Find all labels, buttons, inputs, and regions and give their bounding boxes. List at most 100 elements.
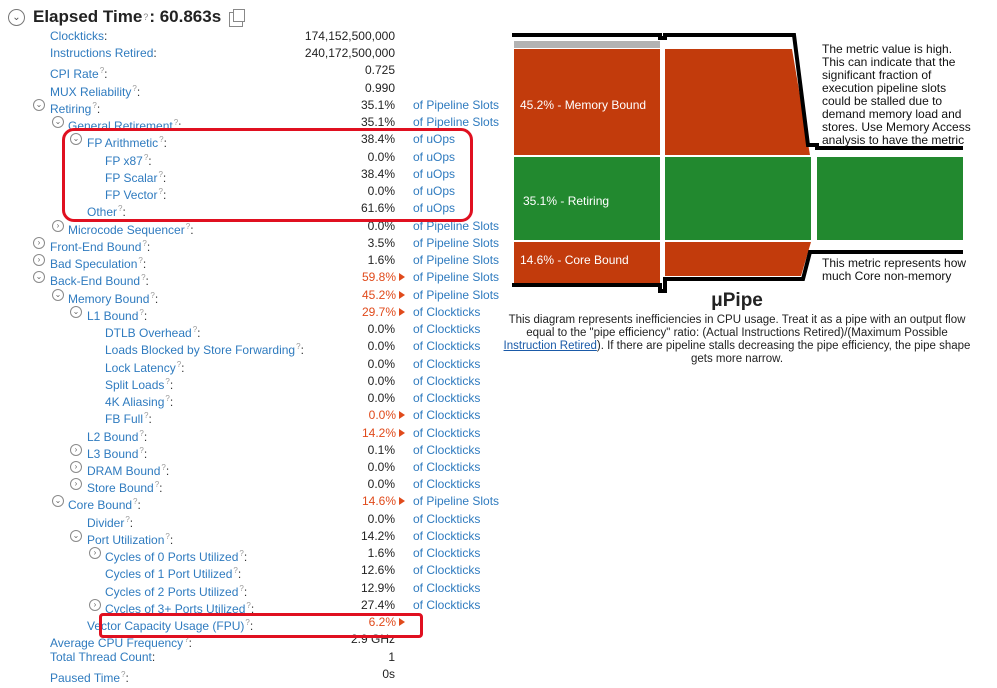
metric-value: 45.2%	[361, 287, 396, 302]
metric-value: 0.0%	[367, 391, 395, 406]
metric-value: 1.6%	[367, 253, 395, 268]
metric-label-text: Total Thread Count	[50, 649, 152, 664]
metric-unit: of Clockticks	[413, 425, 481, 440]
metric-unit: of Clockticks	[413, 339, 481, 354]
expand-icon[interactable]: ›	[70, 478, 82, 491]
metric-row: Split Loads?: 0.0% of Clockticks	[0, 373, 520, 392]
high-metric-note: The metric value is high. This can indic…	[822, 43, 971, 147]
label-colon: :	[153, 46, 157, 61]
metric-unit: of Clockticks	[413, 442, 481, 457]
metric-row: › Cycles of 0 Ports Utilized?: 1.6% of Cloc…	[0, 545, 520, 564]
upipe-diagram: 45.2% - Memory Bound 35.1% - Retiring 14…	[500, 28, 997, 298]
warning-flag-icon	[399, 307, 405, 316]
metric-value: 14.2%	[360, 528, 395, 543]
collapse-icon[interactable]: ⌄	[52, 116, 64, 129]
metric-unit: of Clockticks	[413, 304, 481, 319]
fp-arithmetic-highlight	[62, 128, 473, 222]
collapse-icon[interactable]: ⌄	[52, 495, 64, 508]
collapse-icon[interactable]: ⌄	[33, 271, 45, 284]
elapsed-time-header: ⌄ Elapsed Time ? : 60.863s	[8, 6, 246, 28]
metric-value: 1.6%	[367, 546, 395, 561]
metric-label-text: Instructions Retired	[50, 46, 154, 61]
label-colon: :	[125, 670, 129, 685]
elapsed-time-value: : 60.863s	[149, 7, 222, 26]
metric-value: 0.0%	[367, 460, 395, 474]
metric-value: 29.7%	[361, 304, 396, 319]
metric-value: 0.0%	[367, 511, 395, 526]
metric-row: ⌄ Back-End Bound?: 59.8% of Pipeline Slots	[0, 269, 520, 288]
metric-row: DTLB Overhead?: 0.0% of Clockticks	[0, 321, 520, 340]
help-icon[interactable]: ?	[143, 12, 148, 22]
metric-row: › Store Bound?: 0.0% of Clockticks	[0, 476, 520, 495]
metric-value: 27.4%	[360, 597, 395, 612]
metric-row: Total Thread Count: 1	[0, 649, 520, 666]
retiring-label: 35.1% - Retiring	[523, 194, 610, 208]
metric-row: Clockticks: 174,152,500,000	[0, 28, 520, 45]
expand-icon[interactable]: ›	[89, 598, 101, 611]
vector-capacity-highlight	[99, 613, 423, 638]
metric-row: Cycles of 1 Port Utilized?: 12.6% of Clock…	[0, 562, 520, 581]
core-bound-segment-b	[665, 242, 811, 276]
metric-row: ⌄ Retiring?: 35.1% of Pipeline Slots	[0, 97, 520, 116]
metric-row: Divider?: 0.0% of Clockticks	[0, 511, 520, 530]
metric-unit: of Clockticks	[413, 373, 481, 388]
upipe-description: This diagram represents inefficiencies i…	[500, 314, 974, 366]
metric-label[interactable]: Instructions Retired:	[50, 45, 157, 62]
label-colon: :	[104, 29, 108, 43]
metric-label[interactable]: Total Thread Count:	[50, 649, 155, 666]
metric-label-text: Paused Time	[50, 670, 121, 685]
metric-unit: of Pipeline Slots	[413, 494, 500, 509]
metric-unit: of Clockticks	[413, 528, 481, 543]
collapse-icon[interactable]: ⌄	[8, 8, 25, 26]
metric-unit: of Clockticks	[413, 408, 481, 423]
retiring-segment-b	[665, 157, 811, 240]
metric-unit: of Clockticks	[413, 322, 481, 337]
metric-label[interactable]: Clockticks:	[50, 28, 107, 45]
label-colon: :	[151, 649, 156, 664]
collapse-icon[interactable]: ⌄	[70, 529, 82, 542]
collapse-icon[interactable]: ⌄	[70, 305, 82, 318]
metric-row: Loads Blocked by Store Forwarding?: 0.0% o…	[0, 338, 520, 357]
memory-bound-segment-b	[665, 49, 810, 155]
metric-value: 0.990	[364, 80, 395, 95]
metric-value: 0.0%	[368, 408, 396, 423]
metric-row: 4K Aliasing?: 0.0% of Clockticks	[0, 390, 520, 409]
metric-row: Paused Time?: 0s	[0, 666, 520, 685]
metric-row: L2 Bound?: 14.2% of Clockticks	[0, 425, 520, 444]
metric-row: ⌄ Core Bound?: 14.6% of Pipeline Slots	[0, 493, 520, 512]
warning-flag-icon	[399, 290, 405, 299]
metric-value: 0s	[382, 666, 395, 681]
expand-icon[interactable]: ›	[33, 254, 45, 267]
metric-value: 1	[388, 649, 395, 664]
collapse-icon[interactable]: ⌄	[33, 98, 45, 111]
instruction-retired-link[interactable]: Instruction Retired	[504, 340, 597, 352]
metric-row: Lock Latency?: 0.0% of Clockticks	[0, 356, 520, 375]
copy-icon[interactable]	[229, 8, 246, 27]
metric-value: 0.725	[364, 63, 395, 78]
metric-unit: of Clockticks	[413, 391, 481, 406]
metric-unit: of Clockticks	[413, 580, 481, 595]
metric-value: 0.0%	[367, 356, 395, 371]
core-metric-note: This metric represents how much Core non…	[822, 257, 967, 283]
metric-unit: of Pipeline Slots	[413, 97, 500, 112]
expand-icon[interactable]: ›	[70, 461, 82, 473]
expand-icon[interactable]: ›	[89, 547, 101, 560]
metric-unit: of Pipeline Slots	[413, 235, 500, 250]
metric-row: ⌄ Port Utilization?: 14.2% of Clockticks	[0, 528, 520, 547]
expand-icon[interactable]: ›	[52, 219, 64, 232]
metric-value: 174,152,500,000	[304, 29, 395, 43]
collapse-icon[interactable]: ⌄	[52, 288, 64, 301]
expand-icon[interactable]: ›	[33, 236, 45, 249]
metric-value: 0.0%	[367, 477, 395, 492]
metric-row: › DRAM Bound?: 0.0% of Clockticks	[0, 459, 520, 478]
metric-value: 14.2%	[361, 425, 396, 440]
metric-value: 12.6%	[360, 563, 395, 578]
bad-speculation-segment	[514, 41, 660, 48]
metric-row: › Cycles of 3+ Ports Utilized?: 27.4% of Cl…	[0, 597, 520, 616]
expand-icon[interactable]: ›	[70, 443, 82, 456]
metric-label[interactable]: Paused Time?:	[50, 666, 129, 687]
metric-row: › Front-End Bound?: 3.5% of Pipeline Slots	[0, 235, 520, 254]
warning-flag-icon	[399, 497, 405, 506]
warning-flag-icon	[399, 273, 405, 282]
metric-row: MUX Reliability?: 0.990	[0, 80, 520, 99]
